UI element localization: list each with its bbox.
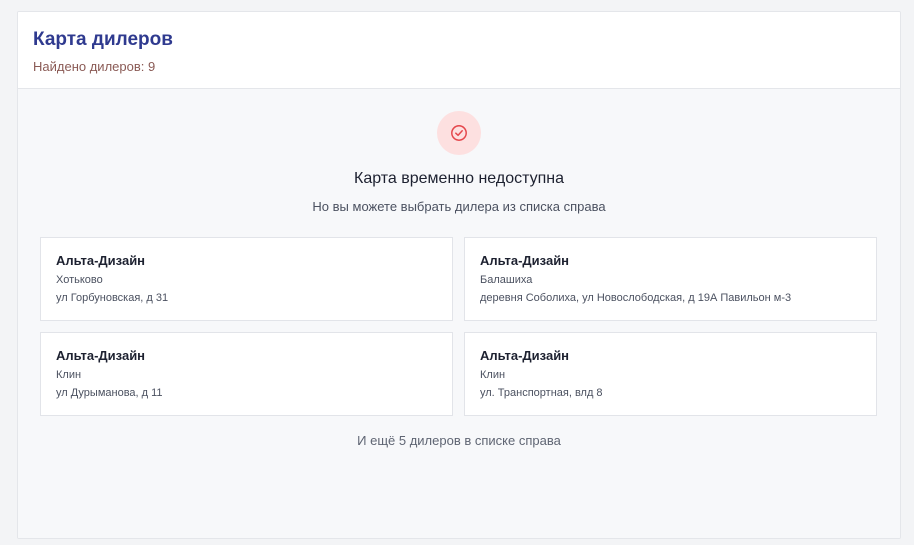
dealer-card[interactable]: Альта-Дизайн Клин ул Дурыманова, д 11	[40, 332, 453, 416]
status-icon-badge	[437, 111, 481, 155]
dealer-address: деревня Соболиха, ул Новослободская, д 1…	[480, 292, 792, 304]
dealer-card[interactable]: Альта-Дизайн Балашиха деревня Соболиха, …	[464, 237, 877, 321]
panel-header: Карта дилеров Найдено дилеров: 9	[18, 12, 900, 89]
dealer-city: Балашиха	[480, 274, 533, 286]
map-placeholder: Карта временно недоступна Но вы можете в…	[18, 89, 900, 538]
dealers-found-count: Найдено дилеров: 9	[33, 59, 156, 74]
dealer-card[interactable]: Альта-Дизайн Клин ул. Транспортная, влд …	[464, 332, 877, 416]
dealer-city: Клин	[480, 369, 506, 381]
dealer-address: ул Горбуновская, д 31	[56, 292, 169, 304]
dealers-map-panel: Карта дилеров Найдено дилеров: 9 Карта в…	[17, 11, 901, 539]
dealer-name: Альта-Дизайн	[56, 253, 146, 268]
dealer-card[interactable]: Альта-Дизайн Хотьково ул Горбуновская, д…	[40, 237, 453, 321]
dealer-city: Хотьково	[56, 274, 103, 286]
map-unavailable-heading: Карта временно недоступна	[354, 170, 564, 187]
dealer-name: Альта-Дизайн	[56, 348, 146, 363]
page-title: Карта дилеров	[33, 29, 173, 50]
more-dealers-note: И ещё 5 дилеров в списке справа	[357, 433, 561, 448]
dealer-city: Клин	[56, 369, 82, 381]
dealer-name: Альта-Дизайн	[480, 253, 570, 268]
dealer-address: ул Дурыманова, д 11	[56, 387, 163, 399]
dealer-address: ул. Транспортная, влд 8	[480, 387, 603, 399]
check-circle-icon	[451, 125, 467, 141]
map-unavailable-hint: Но вы можете выбрать дилера из списка сп…	[312, 199, 606, 214]
dealer-name: Альта-Дизайн	[480, 348, 570, 363]
